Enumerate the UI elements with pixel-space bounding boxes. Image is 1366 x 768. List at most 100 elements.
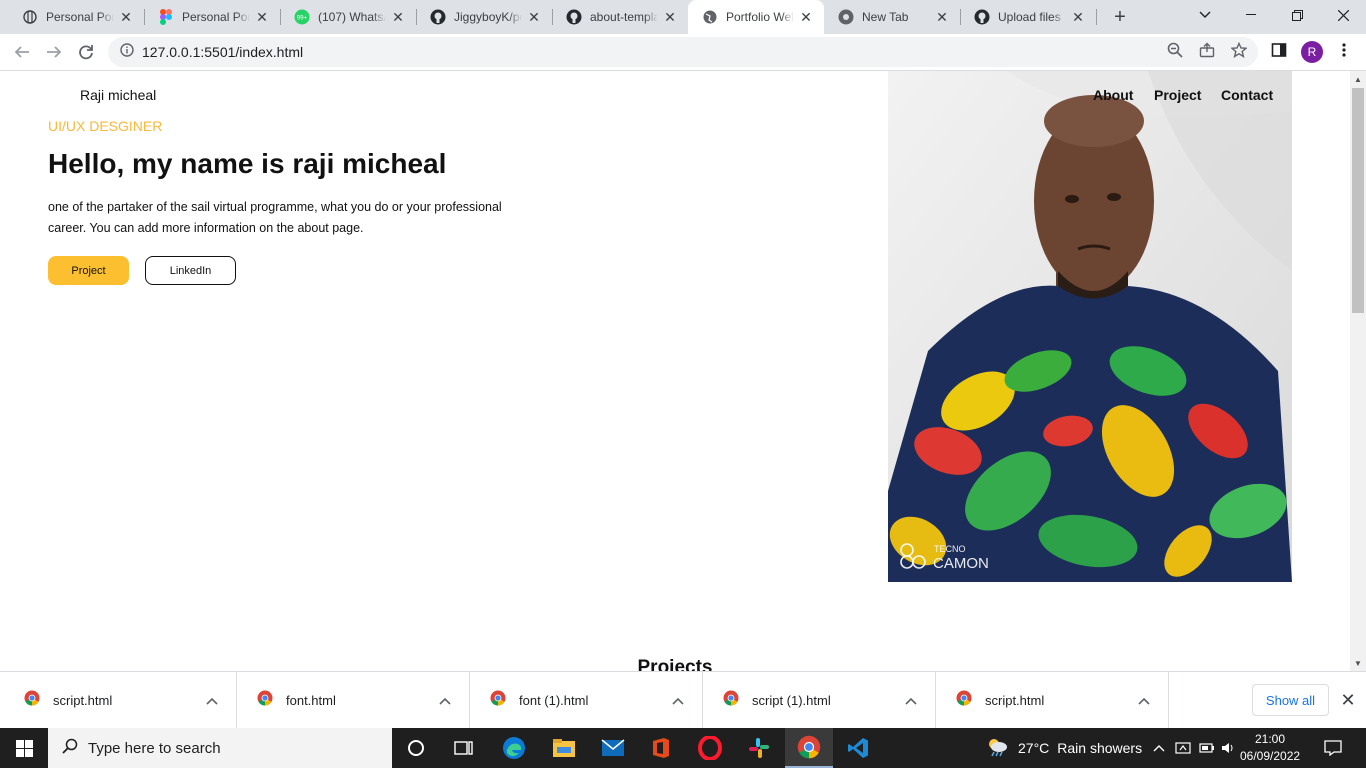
tab-search-chevron-icon[interactable]	[1182, 0, 1228, 30]
browser-tab[interactable]: New Tab ✕	[824, 0, 960, 34]
close-icon[interactable]: ✕	[1070, 9, 1086, 25]
close-icon[interactable]: ✕	[254, 9, 270, 25]
profile-photo: TECNO CAMON	[888, 71, 1292, 582]
chevron-up-icon[interactable]	[1132, 689, 1156, 713]
side-panel-icon[interactable]	[1270, 41, 1288, 59]
chrome-icon	[24, 690, 40, 711]
chevron-up-icon[interactable]	[200, 689, 224, 713]
share-icon[interactable]	[1198, 41, 1216, 59]
projects-heading: Projects	[637, 657, 713, 671]
menu-kebab-icon[interactable]	[1335, 41, 1353, 59]
close-window-button[interactable]	[1320, 0, 1366, 30]
clock-time: 21:00	[1254, 732, 1286, 746]
close-icon[interactable]: ✕	[934, 9, 950, 25]
mail-icon[interactable]	[589, 728, 637, 768]
project-button[interactable]: Project	[48, 256, 129, 285]
chevron-up-icon[interactable]	[433, 689, 457, 713]
github-icon	[566, 9, 582, 25]
cortana-icon[interactable]	[392, 728, 440, 768]
tab-title: Portfolio Website	[726, 10, 794, 24]
chevron-up-icon[interactable]	[666, 689, 690, 713]
bookmark-star-icon[interactable]	[1230, 41, 1248, 59]
site-brand[interactable]: Raji micheal	[80, 87, 156, 103]
task-view-icon[interactable]	[440, 728, 488, 768]
chevron-up-icon[interactable]	[1150, 728, 1168, 768]
browser-tab[interactable]: 99+ (107) WhatsApp ✕	[280, 0, 416, 34]
taskbar-search-input[interactable]: Type here to search	[48, 728, 392, 768]
nav-link-contact[interactable]: Contact	[1221, 87, 1273, 103]
chrome-icon	[257, 690, 273, 711]
page-viewport: TECNO CAMON Raji micheal About Project C…	[0, 71, 1350, 671]
browser-tab[interactable]: about-template ✕	[552, 0, 688, 34]
tab-title: (107) WhatsApp	[318, 10, 386, 24]
close-icon[interactable]: ✕	[526, 9, 542, 25]
close-icon[interactable]: ✕	[118, 9, 134, 25]
scroll-thumb[interactable]	[1352, 88, 1364, 313]
svg-text:99+: 99+	[297, 16, 308, 22]
slack-icon[interactable]	[735, 728, 783, 768]
system-clock[interactable]: 21:00 06/09/2022	[1240, 731, 1300, 765]
new-tab-button[interactable]: +	[1108, 5, 1132, 29]
download-item[interactable]: script.html	[936, 672, 1169, 729]
browser-tab[interactable]: Personal Portfolio ✕	[8, 0, 144, 34]
search-placeholder: Type here to search	[88, 739, 221, 757]
role-subtitle: UI/UX DESGINER	[48, 118, 163, 134]
download-filename: script.html	[53, 693, 113, 708]
network-icon[interactable]	[1172, 728, 1194, 768]
profile-avatar[interactable]: R	[1301, 41, 1323, 63]
show-all-downloads-button[interactable]: Show all	[1252, 684, 1329, 716]
browser-tab-active[interactable]: Portfolio Website ✕	[688, 0, 824, 34]
opera-icon[interactable]	[686, 728, 734, 768]
hero-headline: Hello, my name is raji micheal	[48, 148, 447, 179]
browser-tab-strip: Personal Portfolio ✕ Personal Portfolio …	[0, 0, 1366, 34]
close-icon[interactable]: ✕	[662, 9, 678, 25]
clock-date: 06/09/2022	[1240, 749, 1301, 763]
download-item[interactable]: script.html	[4, 672, 237, 729]
chrome-taskbar-icon[interactable]	[785, 728, 833, 768]
download-filename: script (1).html	[752, 693, 831, 708]
restore-button[interactable]	[1274, 0, 1320, 30]
back-arrow-icon[interactable]	[8, 38, 36, 66]
browser-tab[interactable]: Upload files ✕	[960, 0, 1096, 34]
tab-title: about-template	[590, 10, 658, 24]
edge-icon[interactable]	[490, 728, 538, 768]
browser-tab[interactable]: JiggyboyK/portfolio ✕	[416, 0, 552, 34]
info-icon[interactable]	[120, 42, 134, 62]
globe-icon	[22, 9, 38, 25]
url-text: 127.0.0.1:5501/index.html	[142, 44, 304, 60]
tab-title: Personal Portfolio	[182, 10, 250, 24]
scroll-down-icon[interactable]: ▼	[1350, 655, 1366, 671]
download-filename: script.html	[985, 693, 1045, 708]
nav-link-project[interactable]: Project	[1154, 87, 1201, 103]
zoom-icon[interactable]	[1166, 41, 1184, 59]
chevron-up-icon[interactable]	[899, 689, 923, 713]
weather-temperature: 27°C	[1018, 740, 1050, 756]
close-icon[interactable]: ✕	[1338, 690, 1358, 710]
scroll-up-icon[interactable]: ▲	[1350, 71, 1366, 87]
close-icon[interactable]: ✕	[798, 9, 814, 25]
download-item[interactable]: script (1).html	[703, 672, 936, 729]
windows-start-icon[interactable]	[0, 728, 48, 768]
file-explorer-icon[interactable]	[540, 728, 588, 768]
weather-widget[interactable]: 27°C Rain showers	[986, 728, 1142, 768]
linkedin-button[interactable]: LinkedIn	[145, 256, 236, 285]
minimize-button[interactable]	[1228, 0, 1274, 30]
address-bar[interactable]: 127.0.0.1:5501/index.html	[108, 37, 1258, 67]
vscode-icon[interactable]	[834, 728, 882, 768]
nav-link-about[interactable]: About	[1093, 87, 1133, 103]
page-scrollbar[interactable]: ▲ ▼	[1350, 71, 1366, 671]
windows-taskbar: Type here to search 27°C Rain showers 21…	[0, 728, 1366, 768]
browser-tab[interactable]: Personal Portfolio ✕	[144, 0, 280, 34]
office-icon[interactable]	[637, 728, 685, 768]
download-filename: font (1).html	[519, 693, 589, 708]
volume-icon[interactable]	[1218, 728, 1238, 768]
download-item[interactable]: font.html	[237, 672, 470, 729]
close-icon[interactable]: ✕	[390, 9, 406, 25]
forward-arrow-icon[interactable]	[40, 38, 68, 66]
download-bar: script.html font.html font (1).html scri…	[0, 671, 1366, 729]
reload-icon[interactable]	[72, 38, 100, 66]
notifications-icon[interactable]	[1318, 728, 1348, 768]
battery-icon[interactable]	[1196, 728, 1218, 768]
download-item[interactable]: font (1).html	[470, 672, 703, 729]
figma-icon	[158, 9, 174, 25]
